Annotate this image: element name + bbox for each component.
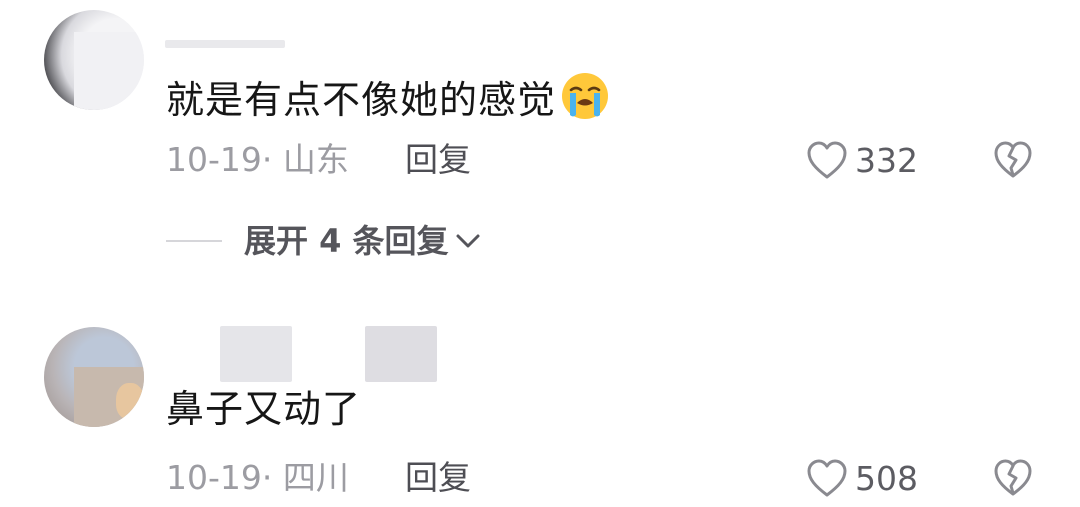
like-button[interactable]: 508 [805, 456, 918, 500]
comment-list: 就是有点不像她的感觉 10-19· 山东 回复 332 展开 4 条回复 鼻子又… [0, 0, 1080, 507]
avatar[interactable] [44, 327, 144, 427]
divider [166, 240, 222, 242]
comment-text: 鼻子又动了 [166, 387, 362, 431]
avatar[interactable] [44, 10, 144, 110]
avatar-hand [116, 383, 144, 419]
heart-outline-icon [807, 459, 847, 497]
username-redacted [220, 326, 292, 382]
comment-text: 就是有点不像她的感觉 [166, 71, 610, 121]
reply-button[interactable]: 回复 [405, 461, 471, 494]
expand-replies-button[interactable]: 展开 4 条回复 [166, 221, 483, 261]
comment-date-location: 10-19· 山东 [166, 140, 349, 179]
like-button[interactable]: 332 [805, 138, 918, 182]
username-badge-redacted [365, 326, 437, 382]
like-count: 332 [855, 140, 918, 180]
expand-replies-label: 展开 4 条回复 [244, 222, 449, 260]
comment-date-location: 10-19· 四川 [166, 458, 349, 497]
username-redacted [165, 40, 285, 48]
reply-button[interactable]: 回复 [405, 143, 471, 176]
loudly-crying-face-icon [562, 73, 609, 119]
like-count: 508 [855, 458, 918, 498]
avatar-mosaic [74, 32, 144, 110]
chevron-down-icon [456, 234, 480, 248]
heart-outline-icon [807, 141, 847, 179]
broken-heart-icon[interactable] [992, 458, 1034, 498]
broken-heart-icon[interactable] [992, 140, 1034, 180]
